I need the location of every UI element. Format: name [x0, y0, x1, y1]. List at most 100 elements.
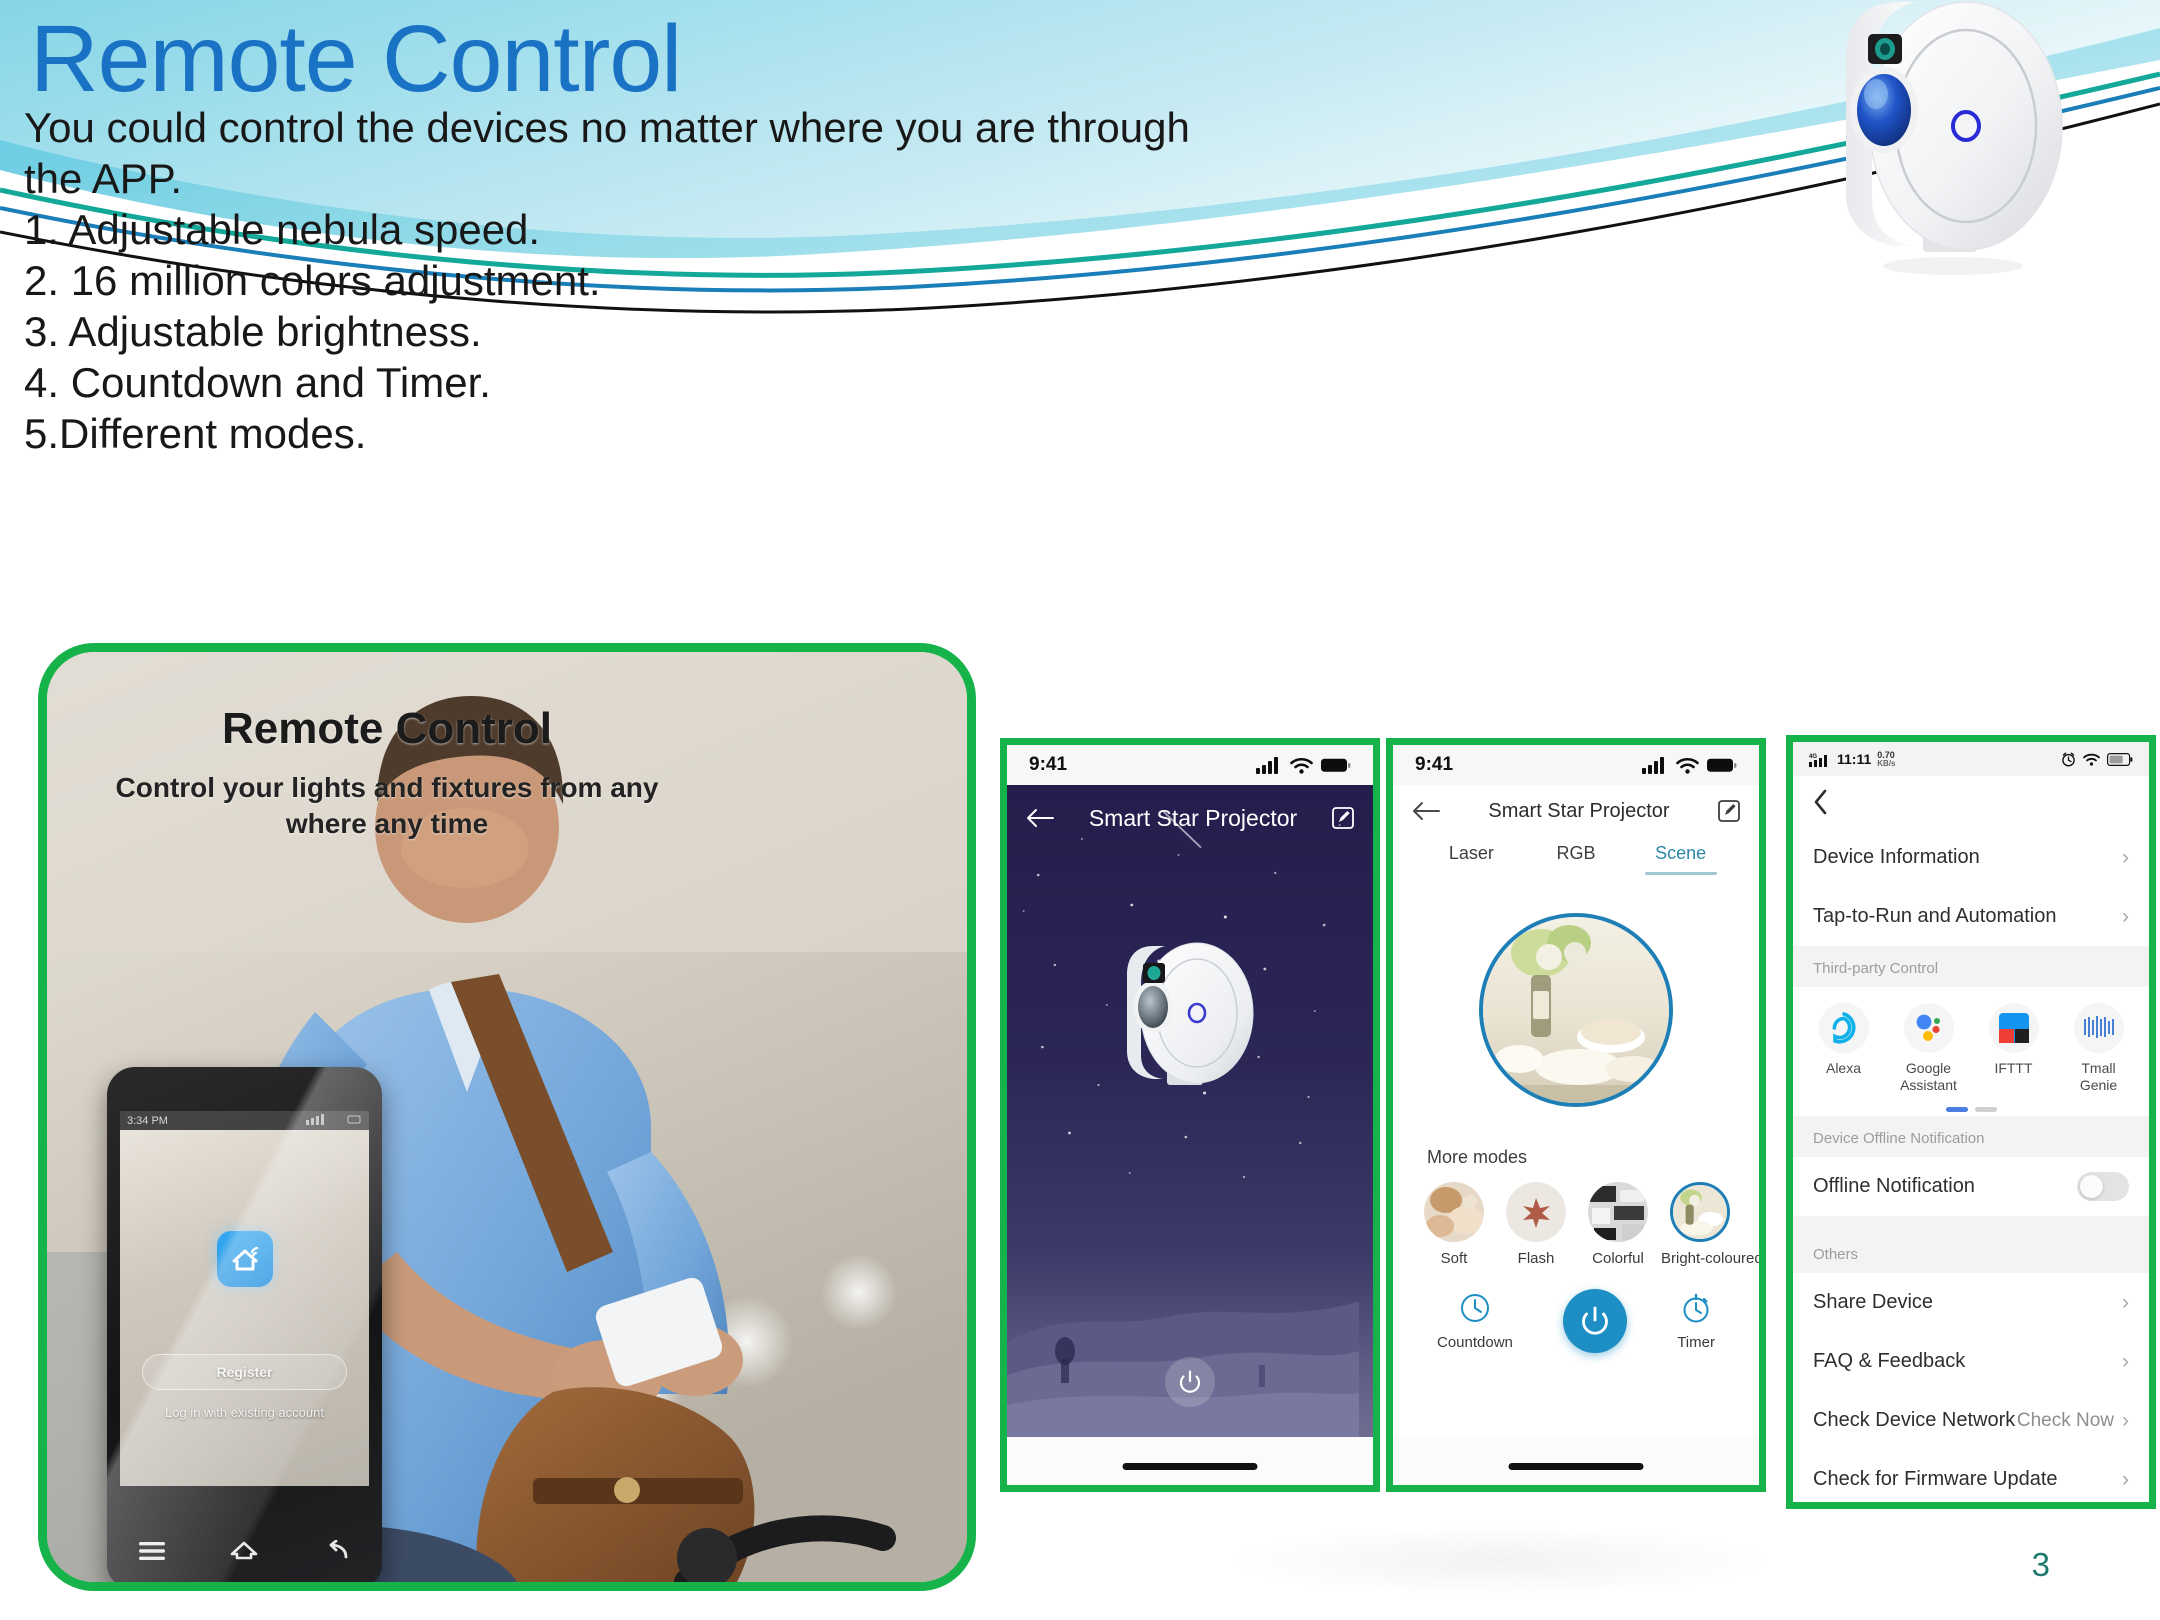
chevron-right-icon: ›	[2122, 1408, 2129, 1432]
page-title: Remote Control	[30, 6, 682, 112]
chevron-right-icon: ›	[2122, 1467, 2129, 1491]
mode-flash[interactable]: Flash	[1497, 1182, 1575, 1267]
alarm-clock-icon	[2062, 752, 2075, 766]
wifi-icon	[2083, 753, 2100, 766]
settings-row-check-firmware-update[interactable]: Check for Firmware Update ›	[1793, 1450, 2149, 1502]
tab-rgb-label: RGB	[1556, 843, 1596, 863]
row-label: Tap-to-Run and Automation	[1813, 905, 2057, 927]
edit-pencil-icon[interactable]	[1717, 799, 1741, 823]
row-label: Check Device Network	[1813, 1409, 2016, 1432]
mode-colorful[interactable]: Colorful	[1579, 1182, 1657, 1267]
phone3-statusbar: 4G 11:11 0.70 KB/s	[1793, 742, 2149, 776]
phone1-status-icons	[1256, 756, 1351, 774]
phone3-status-right	[2061, 752, 2133, 767]
tab-scene-label: Scene	[1655, 843, 1707, 863]
body-line-5: 3. Adjustable brightness.	[24, 308, 482, 356]
pager-dot-active[interactable]	[1945, 1107, 1968, 1113]
ifttt-label: IFTTT	[1994, 1060, 2033, 1076]
chevron-right-icon: ›	[2122, 1349, 2129, 1373]
colorful-scene-photo	[1588, 1182, 1648, 1242]
tab-rgb[interactable]: RGB	[1524, 843, 1629, 872]
body-line-3: 1. Adjustable nebula speed.	[24, 206, 541, 254]
row-label: Device Information	[1813, 846, 1980, 868]
third-party-pager	[1793, 1107, 2149, 1113]
page-number: 3	[2031, 1546, 2050, 1583]
row-right: Check Now ›	[2017, 1409, 2129, 1433]
modes-row: Soft Flash Colorful Bright-coloured	[1393, 1168, 1759, 1267]
mode-flash-label: Flash	[1517, 1250, 1555, 1267]
edit-pencil-icon[interactable]	[1331, 806, 1355, 830]
section-gap	[1793, 1216, 2149, 1233]
home-wifi-icon	[232, 1246, 258, 1271]
back-arrow-icon[interactable]	[1411, 801, 1441, 821]
phone2-title: Smart Star Projector	[1488, 799, 1670, 822]
back-icon[interactable]	[324, 1540, 350, 1562]
third-party-ifttt[interactable]: IFTTT	[1977, 1003, 2051, 1093]
phone3-status-time: 11:11	[1837, 751, 1872, 767]
scene-hero-image[interactable]	[1479, 913, 1673, 1107]
check-now-value[interactable]: Check Now	[2017, 1410, 2114, 1432]
home-icon[interactable]	[229, 1540, 259, 1562]
tab-laser[interactable]: Laser	[1419, 843, 1524, 872]
settings-row-device-information[interactable]: Device Information ›	[1793, 828, 2149, 887]
tab-scene[interactable]: Scene	[1628, 843, 1733, 883]
home-indicator	[1508, 1463, 1644, 1470]
promo-marketing-card: Remote Control Control your lights and f…	[38, 643, 976, 1591]
phone3-network-rate: 0.70 KB/s	[1877, 750, 1895, 768]
smart-life-app-icon	[216, 1231, 273, 1287]
wifi-icon	[1676, 757, 1699, 774]
mode-bright-coloured[interactable]: Bright-coloured	[1661, 1182, 1759, 1267]
offline-notification-toggle[interactable]	[2077, 1172, 2129, 1202]
countdown-clock-icon	[1460, 1293, 1489, 1322]
phone1-navbar: Smart Star Projector	[1007, 795, 1373, 841]
mock-register-button[interactable]: Register	[142, 1354, 347, 1390]
google-assistant-icon	[1903, 1003, 1954, 1053]
mock-phone-navbar	[107, 1515, 382, 1582]
back-arrow-icon[interactable]	[1025, 808, 1055, 828]
toggle-knob	[2080, 1175, 2103, 1199]
alexa-icon	[1818, 1003, 1869, 1053]
mode-colorful-label: Colorful	[1592, 1250, 1644, 1267]
settings-row-check-device-network[interactable]: Check Device Network Check Now ›	[1793, 1391, 2149, 1451]
power-icon	[1179, 1370, 1201, 1393]
settings-row-faq-feedback[interactable]: FAQ & Feedback ›	[1793, 1332, 2149, 1392]
row-label: Check for Firmware Update	[1813, 1468, 2058, 1491]
bright-coloured-scene-thumb	[1673, 1185, 1727, 1239]
app-screenshot-home: 9:41 Smart Star Projector	[1000, 738, 1380, 1492]
tmall-genie-glyph	[2083, 1016, 2114, 1038]
row-label: Offline Notification	[1813, 1175, 1975, 1198]
google-assistant-label: Google Assistant	[1900, 1060, 1957, 1093]
settings-row-tap-to-run[interactable]: Tap-to-Run and Automation ›	[1793, 887, 2149, 946]
menu-icon[interactable]	[139, 1541, 166, 1561]
third-party-row: Alexa Google Assistant IFTTT Tmall Genie	[1793, 987, 2149, 1097]
svg-text:4G: 4G	[1809, 754, 1817, 760]
phone3-back-button[interactable]	[1793, 776, 2149, 828]
alexa-label: Alexa	[1825, 1060, 1862, 1076]
pager-dot[interactable]	[1974, 1107, 1997, 1113]
section-heading-third-party: Third-party Control	[1793, 946, 2149, 987]
phone2-power-button[interactable]	[1563, 1289, 1628, 1353]
battery-icon	[2107, 752, 2133, 766]
tab-underline	[1644, 872, 1717, 875]
mock-login-link[interactable]: Log in with existing account	[120, 1405, 369, 1420]
row-right: ›	[2122, 1350, 2129, 1374]
phone2-tabs: Laser RGB Scene	[1393, 837, 1759, 883]
cellular-signal-icon	[1642, 756, 1664, 774]
mode-soft[interactable]: Soft	[1415, 1182, 1493, 1267]
third-party-tmall-genie[interactable]: Tmall Genie	[2062, 1003, 2136, 1093]
dune-landscape	[1007, 1301, 1359, 1437]
body-copy: You could control the devices no matter …	[24, 104, 1190, 461]
promo-subtitle: Control your lights and fixtures from an…	[115, 772, 659, 839]
phone2-bottom-bar	[1393, 1437, 1759, 1485]
body-line-1: You could control the devices no matter …	[24, 104, 1190, 151]
mock-phone-screen: 3:34 PM Register Log in with existing ac…	[120, 1111, 369, 1486]
settings-row-share-device[interactable]: Share Device ›	[1793, 1273, 2149, 1333]
settings-row-offline-notification[interactable]: Offline Notification	[1793, 1157, 2149, 1217]
timer-control[interactable]: Timer	[1677, 1292, 1715, 1351]
third-party-google-assistant[interactable]: Google Assistant	[1892, 1003, 1966, 1093]
mock-phone-statusbar: 3:34 PM	[120, 1111, 369, 1130]
third-party-alexa[interactable]: Alexa	[1807, 1003, 1881, 1093]
countdown-control[interactable]: Countdown	[1437, 1292, 1513, 1351]
phone1-power-button[interactable]	[1165, 1357, 1215, 1407]
row-right: ›	[2122, 1468, 2129, 1492]
